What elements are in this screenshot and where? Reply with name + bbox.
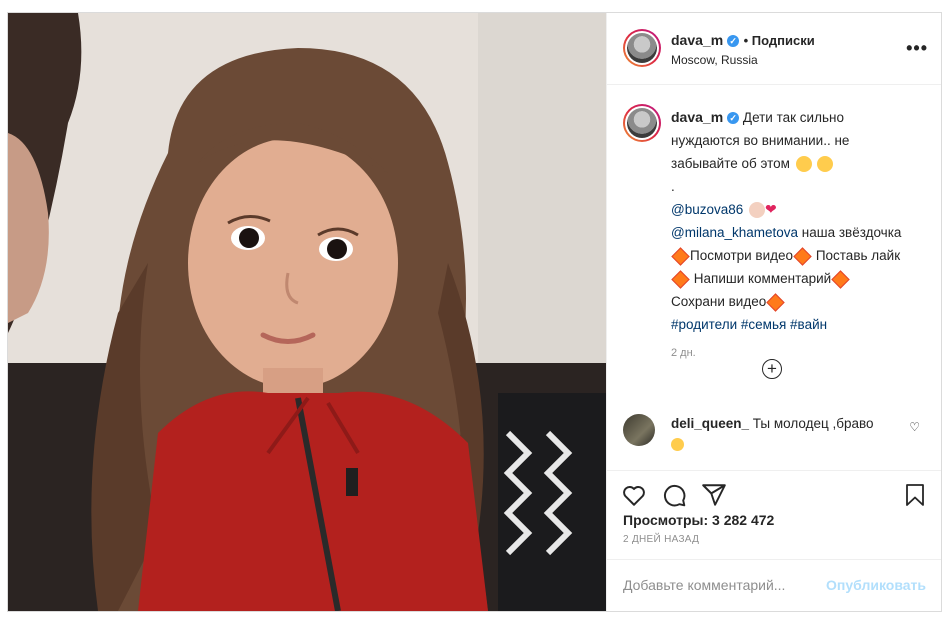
avatar-photo	[627, 33, 657, 63]
comment-input[interactable]: Добавьте комментарий...	[623, 577, 785, 593]
collision-emoji-icon	[671, 247, 690, 266]
clap-emoji-icon	[671, 437, 684, 451]
add-comment-bar: Добавьте комментарий... Опубликовать	[607, 559, 941, 611]
post-side-panel: dava_m ✓ • Подписки Moscow, Russia ••• da…	[606, 13, 941, 611]
heart-icon[interactable]	[621, 482, 647, 508]
load-more-plus-icon[interactable]: +	[762, 359, 782, 379]
publish-button[interactable]: Опубликовать	[826, 577, 926, 593]
commenter-avatar[interactable]	[623, 414, 655, 446]
avatar-photo	[627, 108, 657, 138]
author-username[interactable]: dava_m	[671, 32, 723, 48]
comment-item: deli_queen_ Ты молодец ,браво	[671, 414, 901, 454]
more-icon[interactable]: •••	[906, 38, 928, 59]
author-avatar[interactable]	[623, 29, 661, 67]
caption-text-line: .	[671, 179, 675, 194]
comments-area: dava_m ✓ Дети так сильно нуждаются во вни…	[607, 84, 941, 471]
caption-cta: Напиши комментарий	[693, 271, 832, 286]
post-header: dava_m ✓ • Подписки Moscow, Russia •••	[607, 13, 941, 85]
comment-text: Ты молодец ,браво	[749, 416, 874, 431]
caption-cta: Сохрани видео	[671, 294, 767, 309]
caption-cta: Поставь лайк	[815, 248, 901, 263]
header-title-row: dava_m ✓ • Подписки	[671, 32, 815, 50]
pray-emoji-icon	[795, 156, 812, 173]
caption-text-line: нуждаются во внимании.. не	[671, 133, 850, 148]
mention-link[interactable]: @buzova86	[671, 202, 743, 217]
post-video[interactable]	[8, 13, 606, 611]
caption-username[interactable]: dava_m	[671, 109, 723, 125]
comment-icon[interactable]	[661, 482, 687, 508]
post-card: dava_m ✓ • Подписки Moscow, Russia ••• da…	[7, 12, 942, 612]
girl-emoji-icon	[749, 202, 766, 219]
post-location[interactable]: Moscow, Russia	[671, 53, 758, 67]
post-caption: dava_m ✓ Дети так сильно нуждаются во вни…	[671, 106, 921, 365]
collision-emoji-icon	[831, 270, 850, 289]
verified-icon: ✓	[727, 112, 740, 125]
video-frame-illustration	[8, 13, 606, 611]
view-count[interactable]: Просмотры: 3 282 472	[623, 512, 774, 528]
face-emoji-icon	[817, 156, 834, 173]
collision-emoji-icon	[766, 293, 785, 312]
commenter-username[interactable]: deli_queen_	[671, 416, 749, 431]
mention-link[interactable]: @milana_khametova	[671, 225, 798, 240]
collision-emoji-icon	[671, 270, 690, 289]
caption-cta: Посмотри видео	[690, 248, 794, 263]
verified-icon: ✓	[727, 34, 740, 47]
share-icon[interactable]	[701, 482, 727, 508]
heart-emoji-icon: ❤	[765, 201, 777, 217]
caption-time[interactable]: 2 дн.	[671, 347, 696, 359]
collision-emoji-icon	[793, 247, 812, 266]
caption-text-line: Дети так сильно	[742, 110, 844, 125]
caption-author-avatar[interactable]	[623, 104, 661, 142]
caption-text: наша звёздочка	[798, 225, 902, 240]
caption-text-line: забывайте об этом	[671, 156, 790, 171]
comment-like-icon[interactable]: ♡	[909, 420, 920, 434]
bookmark-icon[interactable]	[903, 482, 927, 508]
hashtags[interactable]: #родители #семья #вайн	[671, 317, 827, 332]
post-date[interactable]: 2 ДНЕЙ НАЗАД	[623, 534, 699, 545]
following-button[interactable]: • Подписки	[744, 33, 815, 48]
